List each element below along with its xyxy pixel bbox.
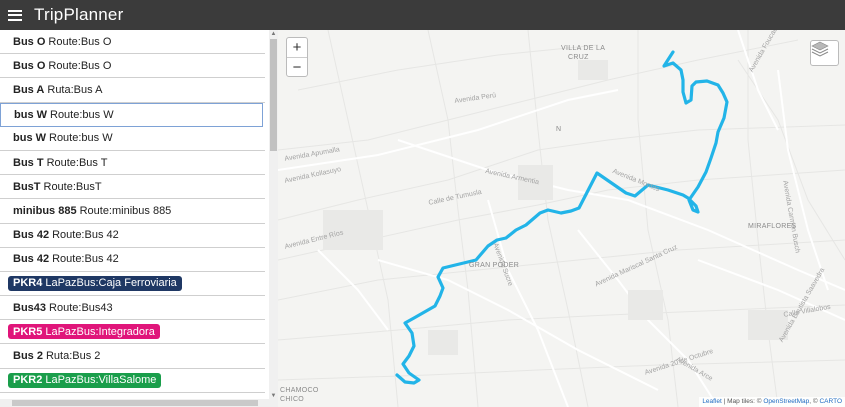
route-color-tag: PKR5 LaPazBus:Integradora: [8, 324, 160, 340]
route-short-name: Bus O: [13, 35, 46, 48]
route-list-item[interactable]: PKR5 LaPazBus:Integradora: [0, 320, 265, 345]
map-label-chamoco-2: CHICO: [280, 396, 305, 403]
route-description: Route:Bus 42: [52, 229, 119, 242]
map-label-gran-poder: GRAN PODER: [469, 262, 520, 269]
app-title: TripPlanner: [34, 5, 124, 24]
route-list-item[interactable]: PKR2 LaPazBus:VillaSalome: [0, 369, 265, 393]
route-label: Bus 42 Route:Bus 42: [13, 253, 119, 265]
openstreetmap-link[interactable]: OpenStreetMap: [763, 398, 809, 405]
scrollbar-thumb[interactable]: [270, 39, 277, 151]
route-short-name: PKR5: [13, 325, 43, 338]
route-list-item[interactable]: Bus 42 Route:Bus 42: [0, 224, 265, 248]
route-list-item[interactable]: Bus43 Route:Bus43: [0, 296, 265, 321]
route-short-name: minibus 885: [13, 204, 77, 217]
route-description: Route:Bus43: [49, 301, 113, 314]
route-list-item[interactable]: minibus 885 Route:minibus 885: [0, 199, 265, 224]
top-bar: TripPlanner: [0, 0, 845, 30]
route-description: LaPazBus:VillaSalome: [45, 374, 157, 387]
map-attribution: Leaflet | Map tiles: © OpenStreetMap, © …: [699, 397, 845, 407]
route-description: Route:BusT: [43, 180, 102, 193]
scroll-up-arrow-icon[interactable]: ▲: [270, 30, 277, 38]
zoom-control: + −: [286, 37, 308, 77]
route-label: Bus43 Route:Bus43: [13, 302, 113, 314]
route-short-name: Bus43: [13, 301, 47, 314]
route-list-item[interactable]: bus W Route:bus W: [0, 127, 265, 151]
route-description: Ruta:Bus A: [47, 83, 103, 96]
route-sidebar: Bus O Route:Bus O Bus O Route:Bus O Bus A Rut…: [0, 30, 269, 400]
route-short-name: Bus A: [13, 83, 45, 96]
hamburger-menu-icon[interactable]: [8, 9, 22, 21]
route-short-name: bus W: [13, 132, 46, 145]
route-description: Route:minibus 885: [79, 204, 172, 217]
route-description: Route:Bus 42: [52, 253, 119, 266]
layers-icon: [811, 41, 829, 57]
route-label: bus W Route:bus W: [14, 109, 114, 121]
route-color-tag: PKR4 LaPazBus:Caja Ferroviaria: [8, 275, 182, 291]
map-view[interactable]: VILLA DE LA CRUZ GRAN PODER MIRAFLORES N…: [278, 30, 845, 407]
route-label: Bus T Route:Bus T: [13, 157, 108, 169]
route-description: Route:Bus O: [48, 59, 112, 72]
route-short-name: Bus T: [13, 156, 44, 169]
route-short-name: Bus 42: [13, 229, 50, 242]
horizontal-scrollbar-thumb[interactable]: [12, 400, 258, 406]
route-list-item[interactable]: Bus T Route:Bus T: [0, 151, 265, 176]
route-label: Bus O Route:Bus O: [13, 60, 111, 72]
route-label: Bus 2 Ruta:Bus 2: [13, 350, 100, 362]
route-short-name: bus W: [14, 108, 47, 121]
route-description: Route:Bus T: [46, 156, 108, 169]
route-description: Route:Bus O: [48, 35, 112, 48]
map-tiles: [278, 30, 845, 407]
route-short-name: Bus 42: [13, 253, 50, 266]
leaflet-link[interactable]: Leaflet: [702, 398, 722, 405]
route-description: LaPazBus:Integradora: [45, 325, 155, 338]
route-short-name: BusT: [13, 180, 41, 193]
sidebar-vertical-scrollbar[interactable]: ▲ ▼: [269, 30, 278, 400]
route-list-item[interactable]: Bus O Route:Bus O: [0, 30, 265, 55]
sidebar-horizontal-scrollbar[interactable]: [0, 399, 278, 407]
route-description: Route:bus W: [49, 132, 113, 145]
route-color-tag: PKR2 LaPazBus:VillaSalome: [8, 372, 162, 388]
zoom-in-button[interactable]: +: [287, 38, 307, 57]
route-list-item[interactable]: Bus 42 Route:Bus 42: [0, 248, 265, 272]
map-label-n-marker: N: [556, 126, 562, 133]
route-short-name: PKR2: [13, 374, 43, 387]
map-label-villa-de-la-cruz-2: CRUZ: [568, 54, 589, 61]
route-label: minibus 885 Route:minibus 885: [13, 205, 171, 217]
layers-button[interactable]: [810, 40, 839, 66]
route-label: bus W Route:bus W: [13, 132, 113, 144]
route-list-item[interactable]: Bus 2 Ruta:Bus 2: [0, 344, 265, 369]
zoom-out-button[interactable]: −: [287, 57, 307, 76]
route-description: Route:bus W: [50, 108, 114, 121]
route-label: Bus 42 Route:Bus 42: [13, 229, 119, 241]
map-label-villa-de-la-cruz: VILLA DE LA: [561, 45, 606, 52]
route-description: LaPazBus:Caja Ferroviaria: [45, 277, 177, 290]
route-label: BusT Route:BusT: [13, 181, 102, 193]
route-description: Ruta:Bus 2: [45, 350, 101, 363]
route-label: Bus O Route:Bus O: [13, 36, 111, 48]
route-list-item[interactable]: PKR4 LaPazBus:Caja Ferroviaria: [0, 272, 265, 297]
route-list-item[interactable]: BusT Route:BusT: [0, 175, 265, 200]
route-list-item[interactable]: Bus O Route:Bus O: [0, 54, 265, 79]
route-short-name: Bus 2: [13, 350, 43, 363]
carto-link[interactable]: CARTO: [819, 398, 842, 405]
route-list-item[interactable]: Bus A Ruta:Bus A: [0, 78, 265, 103]
route-list: Bus O Route:Bus O Bus O Route:Bus O Bus A Rut…: [0, 30, 265, 393]
map-label-chamoco: CHAMOCO: [280, 387, 319, 394]
route-short-name: PKR4: [13, 277, 43, 290]
route-list-item[interactable]: bus W Route:bus W: [0, 102, 263, 127]
route-label: Bus A Ruta:Bus A: [13, 84, 102, 96]
route-short-name: Bus O: [13, 59, 46, 72]
